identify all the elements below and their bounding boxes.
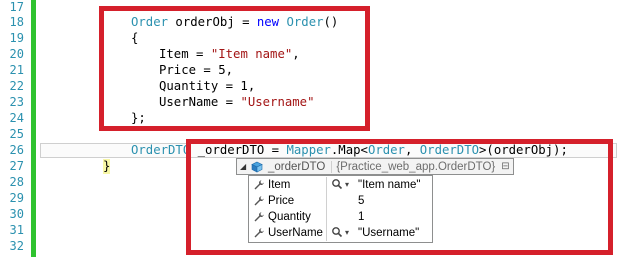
line-number: 24 xyxy=(9,111,24,125)
line-number: 25 xyxy=(9,127,24,141)
line-number: 17 xyxy=(9,0,24,14)
line-number: 27 xyxy=(9,159,24,173)
line-number: 21 xyxy=(9,63,24,77)
line-number: 31 xyxy=(9,223,24,237)
line-number: 20 xyxy=(9,47,24,61)
annotation-box-initializer xyxy=(99,6,370,131)
matched-brace: } xyxy=(103,159,111,174)
line-number: 32 xyxy=(9,239,24,253)
code-line-27: } xyxy=(103,159,111,174)
line-number: 28 xyxy=(9,175,24,189)
line-number: 26 xyxy=(9,143,24,157)
line-number: 18 xyxy=(9,15,24,29)
line-number: 29 xyxy=(9,191,24,205)
line-number: 19 xyxy=(9,31,24,45)
annotation-box-datatip xyxy=(186,139,613,255)
line-number: 30 xyxy=(9,207,24,221)
line-number: 23 xyxy=(9,95,24,109)
type-token: OrderDTO xyxy=(131,143,191,157)
change-indicator-bar xyxy=(31,0,36,257)
line-number-gutter: 17 18 19 20 21 22 23 24 25 26 27 28 29 3… xyxy=(0,0,26,257)
line-number: 22 xyxy=(9,79,24,93)
